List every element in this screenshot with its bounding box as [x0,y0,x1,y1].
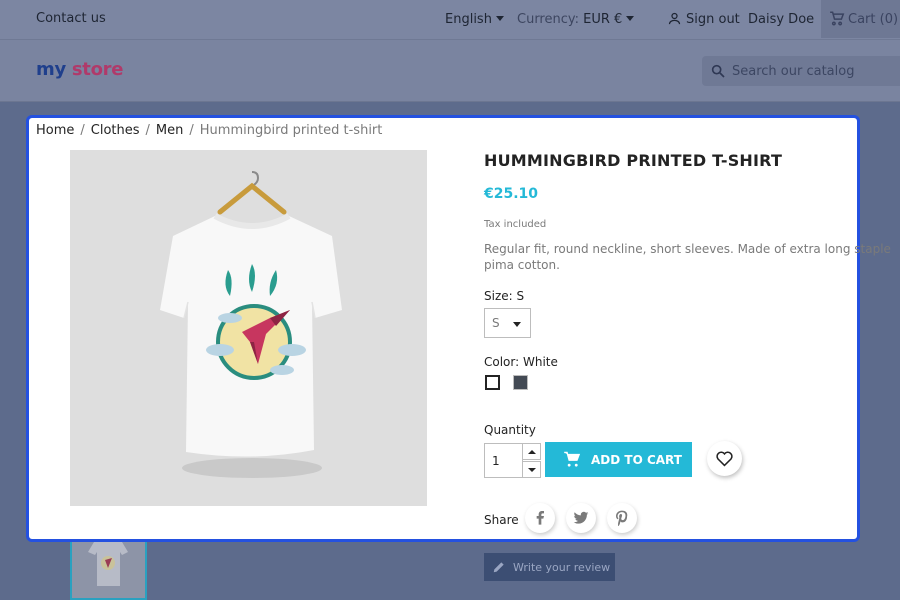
quantity-input[interactable] [484,443,523,478]
share-label: Share [484,513,519,527]
cart-label: Cart (0) [848,12,899,27]
top-nav-bar: Contact us English Currency: EUR € Sign … [0,0,900,40]
site-header: my store [0,40,900,102]
twitter-icon [573,511,589,524]
product-title: HUMMINGBIRD PRINTED T-SHIRT [484,151,783,170]
currency-selector[interactable]: Currency: EUR € [517,12,635,27]
cart-icon [564,451,581,467]
color-swatch-dark-grey[interactable] [513,375,528,390]
currency-value: EUR € [583,12,623,27]
color-label: Color: White [484,355,558,369]
write-review-button[interactable]: Write your review [484,553,615,581]
sign-out-label: Sign out [686,12,740,27]
quantity-label: Quantity [484,423,536,437]
quantity-decrease-button[interactable] [522,461,541,478]
chevron-down-icon [513,322,521,327]
breadcrumb-clothes[interactable]: Clothes [91,123,140,138]
product-main-image[interactable] [70,150,427,506]
tax-note: Tax included [484,219,547,230]
breadcrumb-home[interactable]: Home [36,123,74,138]
product-price: €25.10 [484,186,539,202]
chevron-down-icon [528,468,536,472]
breadcrumb-men[interactable]: Men [156,123,183,138]
size-value: S [492,316,500,330]
chevron-up-icon [528,450,536,454]
account-name-link[interactable]: Daisy Doe [748,12,814,27]
facebook-icon [536,511,544,525]
language-selector[interactable]: English [445,12,504,27]
language-label: English [445,12,492,27]
contact-us-link[interactable]: Contact us [36,11,106,26]
facebook-share-button[interactable] [525,503,555,533]
color-swatch-white[interactable] [485,375,500,390]
search-input[interactable] [732,61,900,81]
heart-icon [716,451,733,467]
size-select[interactable]: S [484,308,531,338]
product-description: Regular fit, round neckline, short sleev… [484,242,891,272]
currency-label: Currency: [517,12,580,27]
cart-icon [830,11,845,26]
breadcrumb-current: Hummingbird printed t-shirt [199,123,383,138]
write-review-label: Write your review [513,560,611,574]
size-label: Size: S [484,289,525,303]
pinterest-share-button[interactable] [607,503,637,533]
tshirt-image [70,150,427,506]
add-to-cart-button[interactable]: ADD TO CART [545,442,692,477]
product-panel: Home / Clothes / Men / Hummingbird printed t-s… [26,115,891,542]
search-box [702,56,900,86]
wishlist-button[interactable] [707,441,742,476]
store-logo[interactable]: my store [36,59,123,80]
user-icon [668,12,681,25]
sign-out-link[interactable]: Sign out [667,11,740,27]
add-to-cart-label: ADD TO CART [591,452,682,467]
breadcrumb: Home / Clothes / Men / Hummingbird printed t-s… [36,123,383,138]
pencil-icon [493,562,504,573]
chevron-down-icon [495,16,504,21]
quantity-increase-button[interactable] [522,443,541,460]
pinterest-icon [616,510,628,526]
twitter-share-button[interactable] [566,503,596,533]
chevron-down-icon [626,16,635,21]
search-icon [711,64,725,78]
cart-button[interactable]: Cart (0) [821,0,900,38]
